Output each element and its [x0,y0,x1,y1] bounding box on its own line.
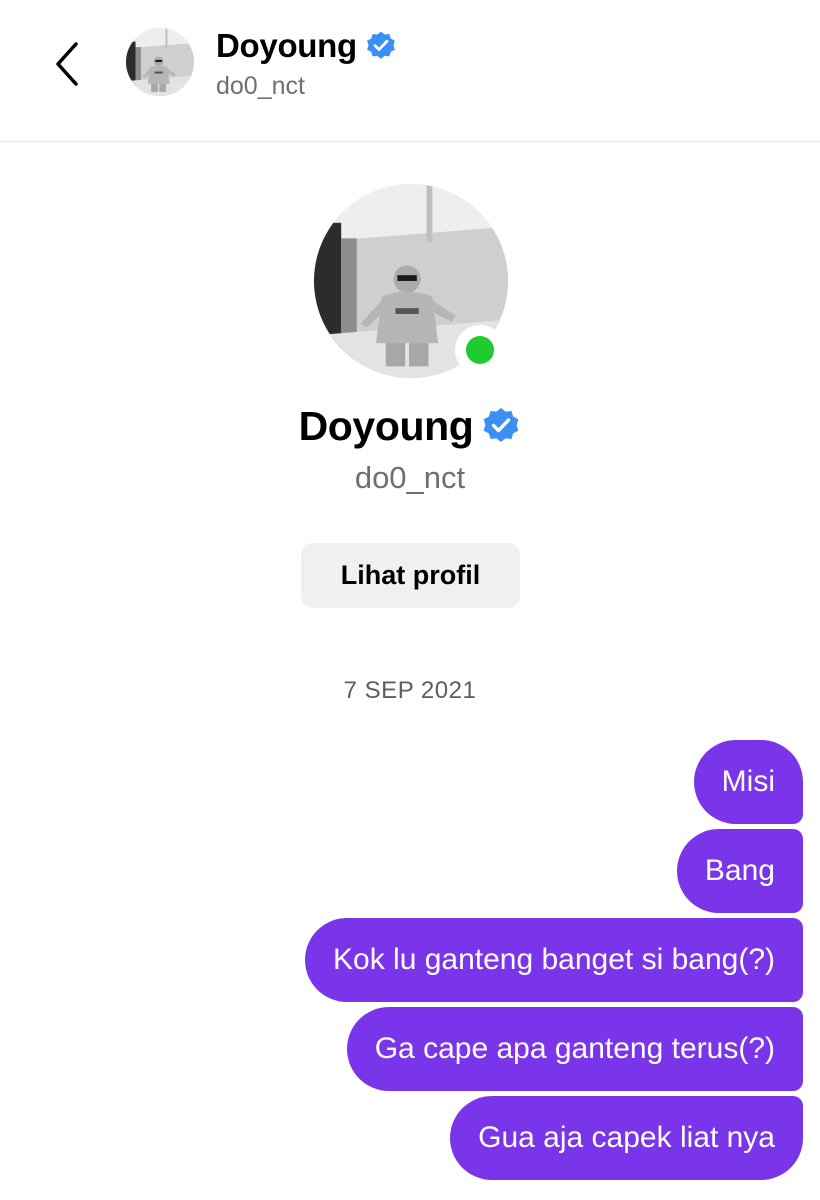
profile-title: Doyoung [0,400,820,452]
chevron-left-icon [56,42,78,86]
contact-name: Doyoung [216,27,357,64]
message-list: Misi Bang Kok lu ganteng banget si bang(… [305,740,803,1185]
verified-badge-icon [365,30,397,62]
back-button[interactable] [46,36,90,92]
message-bubble[interactable]: Kok lu ganteng banget si bang(?) [305,918,803,1002]
verified-badge-icon [481,406,521,446]
avatar-photo [126,28,194,96]
date-separator: 7 SEP 2021 [343,677,477,704]
header-title: Doyoung [216,26,397,66]
profile-handle: do0_nct [354,460,466,495]
contact-handle: do0_nct [216,72,305,100]
message-bubble[interactable]: Ga cape apa ganteng terus(?) [346,1007,803,1091]
message-bubble[interactable]: Bang [676,829,803,913]
message-bubble[interactable]: Misi [693,740,803,824]
message-bubble[interactable]: Gua aja capek liat nya [450,1096,803,1180]
profile-name: Doyoung [298,402,474,449]
online-status-indicator [455,325,505,375]
header-avatar[interactable] [126,28,194,96]
conversation-header: Doyoung do0_nct [0,0,820,142]
view-profile-button[interactable]: Lihat profil [301,543,520,608]
